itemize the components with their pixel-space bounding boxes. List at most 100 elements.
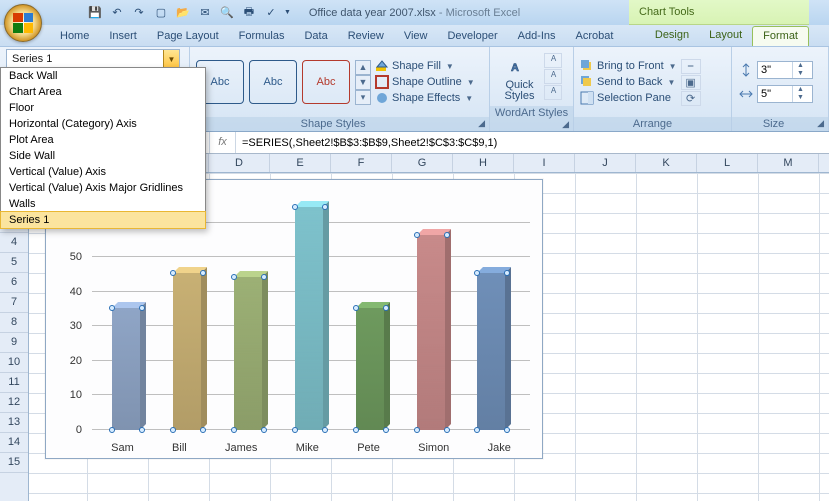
redo-icon[interactable]: ↷ bbox=[130, 4, 148, 22]
height-input[interactable]: ▲▼ bbox=[757, 61, 813, 79]
column-header[interactable]: M bbox=[758, 154, 819, 172]
tab-page-layout[interactable]: Page Layout bbox=[147, 27, 229, 46]
spellcheck-icon[interactable]: ✓ bbox=[262, 4, 280, 22]
row-header[interactable]: 12 bbox=[0, 393, 28, 413]
quick-styles-button[interactable]: A Quick Styles bbox=[501, 51, 539, 102]
selection-handle[interactable] bbox=[474, 427, 480, 433]
align-icon[interactable]: ⎯ bbox=[681, 59, 701, 74]
tab-layout[interactable]: Layout bbox=[699, 26, 752, 46]
column-header[interactable]: E bbox=[270, 154, 331, 172]
tab-acrobat[interactable]: Acrobat bbox=[566, 27, 624, 46]
row-header[interactable]: 11 bbox=[0, 373, 28, 393]
selection-handle[interactable] bbox=[444, 232, 450, 238]
selection-handle[interactable] bbox=[504, 427, 510, 433]
send-to-back-button[interactable]: Send to Back▼ bbox=[580, 75, 677, 89]
data-point[interactable] bbox=[474, 273, 512, 430]
data-point[interactable] bbox=[109, 308, 147, 430]
selection-handle[interactable] bbox=[414, 232, 420, 238]
quickprint-icon[interactable]: 🖶 bbox=[240, 4, 258, 22]
text-outline-icon[interactable]: A bbox=[544, 69, 562, 84]
width-input[interactable]: ▲▼ bbox=[757, 85, 813, 103]
gallery-scroller[interactable]: ▲▼▾ bbox=[355, 60, 371, 105]
selection-handle[interactable] bbox=[353, 305, 359, 311]
chart-element-dropdown-list[interactable]: Back WallChart AreaFloorHorizontal (Cate… bbox=[0, 67, 206, 229]
row-header[interactable]: 9 bbox=[0, 333, 28, 353]
shape-outline-button[interactable]: Shape Outline▼ bbox=[375, 75, 475, 89]
dialog-launcher-icon[interactable]: ◢ bbox=[556, 119, 569, 130]
chevron-down-icon[interactable]: ▼ bbox=[163, 50, 179, 68]
selection-handle[interactable] bbox=[414, 427, 420, 433]
dialog-launcher-icon[interactable]: ◢ bbox=[472, 118, 485, 129]
chart-element-selector[interactable]: Series 1 ▼ bbox=[6, 49, 180, 69]
data-point[interactable] bbox=[170, 273, 208, 430]
save-icon[interactable]: 💾 bbox=[86, 4, 104, 22]
shape-style-preset[interactable]: Abc bbox=[302, 60, 350, 104]
row-header[interactable]: 14 bbox=[0, 433, 28, 453]
tab-review[interactable]: Review bbox=[338, 27, 394, 46]
fx-label[interactable]: fx bbox=[210, 132, 236, 153]
column-header[interactable]: H bbox=[453, 154, 514, 172]
tab-format[interactable]: Format bbox=[752, 26, 809, 46]
selection-pane-button[interactable]: Selection Pane bbox=[580, 91, 677, 105]
chart-element-option[interactable]: Walls bbox=[1, 196, 205, 212]
bring-to-front-button[interactable]: Bring to Front▼ bbox=[580, 59, 677, 73]
print-preview-icon[interactable]: 🔍 bbox=[218, 4, 236, 22]
selection-handle[interactable] bbox=[231, 427, 237, 433]
selection-handle[interactable] bbox=[383, 427, 389, 433]
undo-icon[interactable]: ↶ bbox=[108, 4, 126, 22]
column-header[interactable]: L bbox=[697, 154, 758, 172]
chart-element-option[interactable]: Chart Area bbox=[1, 84, 205, 100]
selection-handle[interactable] bbox=[292, 204, 298, 210]
tab-view[interactable]: View bbox=[394, 27, 438, 46]
new-icon[interactable]: ▢ bbox=[152, 4, 170, 22]
tab-home[interactable]: Home bbox=[50, 27, 99, 46]
selection-handle[interactable] bbox=[170, 427, 176, 433]
data-point[interactable] bbox=[414, 235, 452, 430]
row-header[interactable]: 13 bbox=[0, 413, 28, 433]
row-header[interactable]: 8 bbox=[0, 313, 28, 333]
chart-element-option[interactable]: Plot Area bbox=[1, 132, 205, 148]
chart-element-option[interactable]: Horizontal (Category) Axis bbox=[1, 116, 205, 132]
selection-handle[interactable] bbox=[261, 427, 267, 433]
selection-handle[interactable] bbox=[292, 427, 298, 433]
selection-handle[interactable] bbox=[322, 427, 328, 433]
tab-add-ins[interactable]: Add-Ins bbox=[508, 27, 566, 46]
selection-handle[interactable] bbox=[383, 305, 389, 311]
data-point[interactable] bbox=[231, 277, 269, 430]
data-point[interactable] bbox=[292, 207, 330, 430]
chart-element-option[interactable]: Vertical (Value) Axis bbox=[1, 164, 205, 180]
selection-handle[interactable] bbox=[200, 427, 206, 433]
selection-handle[interactable] bbox=[322, 204, 328, 210]
column-header[interactable]: I bbox=[514, 154, 575, 172]
tab-formulas[interactable]: Formulas bbox=[229, 27, 295, 46]
tab-data[interactable]: Data bbox=[294, 27, 337, 46]
chart-element-option[interactable]: Series 1 bbox=[1, 212, 205, 228]
row-header[interactable]: 4 bbox=[0, 233, 28, 253]
text-fill-icon[interactable]: A bbox=[544, 53, 562, 68]
tab-insert[interactable]: Insert bbox=[99, 27, 147, 46]
shape-fill-button[interactable]: Shape Fill▼ bbox=[375, 59, 475, 73]
column-header[interactable]: G bbox=[392, 154, 453, 172]
office-button[interactable] bbox=[4, 4, 42, 42]
row-header[interactable]: 6 bbox=[0, 273, 28, 293]
chart-element-option[interactable]: Floor bbox=[1, 100, 205, 116]
formula-input[interactable]: =SERIES(,Sheet2!$B$3:$B$9,Sheet2!$C$3:$C… bbox=[236, 137, 829, 149]
selection-handle[interactable] bbox=[109, 427, 115, 433]
selection-handle[interactable] bbox=[261, 274, 267, 280]
selection-handle[interactable] bbox=[444, 427, 450, 433]
column-header[interactable]: D bbox=[209, 154, 270, 172]
category-axis[interactable]: SamBillJamesMikePeteSimonJake bbox=[92, 442, 530, 454]
shape-style-preset[interactable]: Abc bbox=[249, 60, 297, 104]
row-header[interactable]: 7 bbox=[0, 293, 28, 313]
column-header[interactable]: J bbox=[575, 154, 636, 172]
open-icon[interactable]: 📂 bbox=[174, 4, 192, 22]
selection-handle[interactable] bbox=[353, 427, 359, 433]
column-header[interactable]: K bbox=[636, 154, 697, 172]
shape-effects-button[interactable]: Shape Effects▼ bbox=[375, 91, 475, 105]
chart-element-option[interactable]: Vertical (Value) Axis Major Gridlines bbox=[1, 180, 205, 196]
selection-handle[interactable] bbox=[139, 427, 145, 433]
column-header[interactable]: F bbox=[331, 154, 392, 172]
group-icon[interactable]: ▣ bbox=[681, 75, 701, 90]
rotate-icon[interactable]: ⟳ bbox=[681, 91, 701, 106]
row-header[interactable]: 10 bbox=[0, 353, 28, 373]
